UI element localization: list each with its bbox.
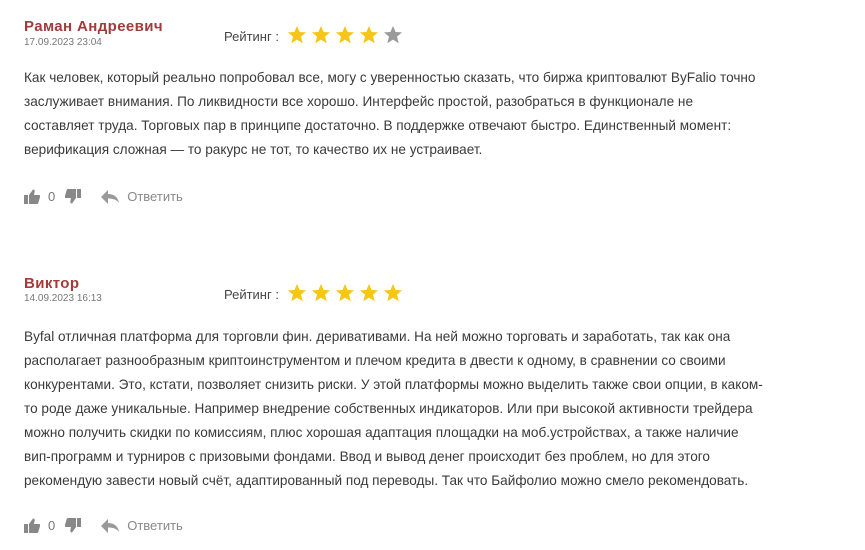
review-actions: 0 Ответить [24, 518, 183, 533]
review-text-line: вип-программ и турниров с призовыми фонд… [24, 449, 710, 464]
thumbs-up-icon[interactable] [24, 189, 40, 204]
review-rating: Рейтинг : [224, 283, 407, 305]
thumbs-down-icon[interactable] [65, 518, 82, 533]
star-filled-icon [311, 25, 335, 47]
review-text-line: располагает разнообразным криптоинструме… [24, 353, 726, 368]
star-filled-icon [335, 25, 359, 47]
star-filled-icon [335, 283, 359, 305]
reply-button[interactable]: Ответить [127, 189, 183, 204]
review-text-line: Как человек, который реально попробовал … [24, 70, 756, 85]
thumbs-down-icon[interactable] [65, 189, 82, 204]
review-date: 14.09.2023 16:13 [24, 293, 102, 304]
star-filled-icon [287, 25, 311, 47]
star-empty-icon [383, 25, 407, 47]
star-filled-icon [383, 283, 407, 305]
review-text-line: верификация сложная — то ракурс не тот, … [24, 142, 483, 157]
rating-label: Рейтинг : [224, 28, 279, 44]
rating-label: Рейтинг : [224, 286, 279, 302]
like-count: 0 [48, 518, 56, 533]
review-text: Byfal отличная платформа для торговли фи… [24, 325, 850, 493]
rating-stars [287, 283, 407, 305]
review-text-line: то роде даже уникальные. Например внедре… [24, 401, 753, 416]
review-text-line: заслуживает внимания. По ликвидности все… [24, 94, 694, 109]
review-text-line: рекомендую завести новый счёт, адаптиров… [24, 473, 749, 488]
review-author: Виктор [24, 275, 80, 292]
review-author: Раман Андреевич [24, 18, 164, 35]
review-actions: 0 Ответить [24, 189, 183, 204]
review-date: 17.09.2023 23:04 [24, 37, 102, 48]
reply-icon[interactable] [101, 518, 120, 533]
review-text-line: составляет труда. Торговых пар в принцип… [24, 118, 732, 133]
star-filled-icon [359, 283, 383, 305]
star-filled-icon [359, 25, 383, 47]
review-rating: Рейтинг : [224, 25, 407, 47]
star-filled-icon [287, 283, 311, 305]
reply-button[interactable]: Ответить [127, 518, 183, 533]
review-text: Как человек, который реально попробовал … [24, 66, 850, 162]
review-text-line: Byfal отличная платформа для торговли фи… [24, 329, 731, 344]
review-text-line: можно получить скидки по комиссиям, плюс… [24, 425, 739, 440]
like-count: 0 [48, 189, 56, 204]
star-filled-icon [311, 283, 335, 305]
rating-stars [287, 25, 407, 47]
thumbs-up-icon[interactable] [24, 518, 40, 533]
review-text-line: конкурентами. Это, кстати, позволяет сни… [24, 377, 763, 392]
reply-icon[interactable] [101, 189, 120, 204]
